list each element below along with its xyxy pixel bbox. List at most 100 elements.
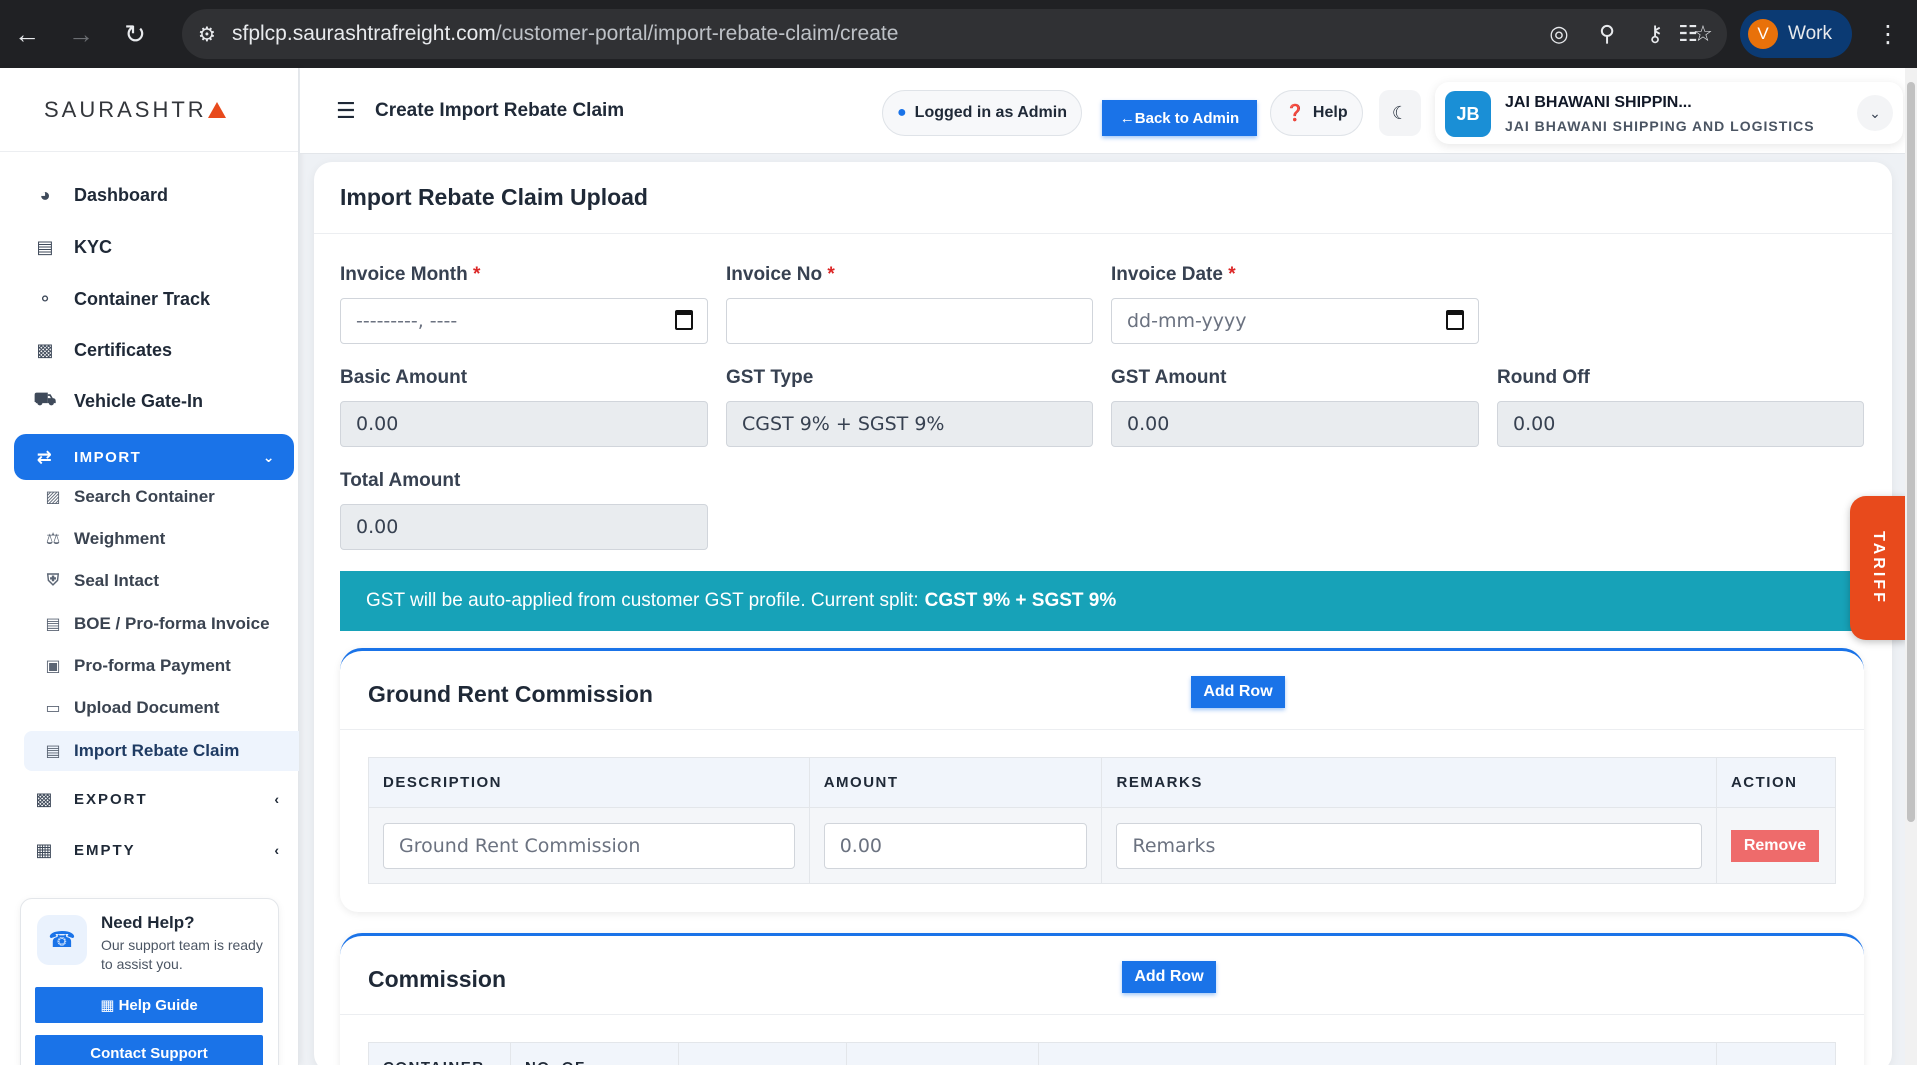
browser-toolbar: ← → ↻ ⚙ sfplcp.saurashtrafreight.com/cus…: [0, 0, 1917, 68]
brand-name: SAURASHTR: [44, 96, 207, 122]
chevron-down-icon[interactable]: ⌄: [1857, 95, 1893, 131]
sidebar-group-export[interactable]: ▩ EXPORT ‹: [0, 775, 299, 823]
sidebar-item-label: Vehicle Gate-In: [74, 390, 204, 411]
divider: [340, 1014, 1864, 1015]
logged-in-label: Logged in as Admin: [914, 104, 1067, 121]
invoice-date-label-text: Invoice Date: [1111, 264, 1223, 285]
basic-amount-value: 0.00: [356, 413, 399, 435]
sidebar-subitem-proforma-payment[interactable]: ▣ Pro-forma Payment: [24, 646, 299, 686]
address-bar[interactable]: ⚙ sfplcp.saurashtrafreight.com/customer-…: [182, 9, 1727, 59]
sidebar-subitem-label: BOE / Pro-forma Invoice: [74, 614, 270, 633]
description-input[interactable]: Ground Rent Commission: [383, 822, 795, 869]
calendar-icon[interactable]: [675, 310, 693, 330]
basic-amount-label: Basic Amount: [340, 367, 468, 388]
tariff-tab[interactable]: TARIFF: [1850, 496, 1906, 640]
url-path: /customer-portal/import-rebate-claim/cre…: [495, 22, 899, 45]
profile-avatar: V: [1748, 19, 1778, 49]
sidebar-subitem-label: Pro-forma Payment: [74, 656, 231, 675]
back-arrow-icon[interactable]: ←: [0, 0, 54, 68]
sidebar-item-certificates[interactable]: ▩ Certificates: [0, 326, 299, 374]
column-header-amount: AMOUNT: [808, 757, 1103, 808]
commission-title: Commission: [368, 966, 507, 992]
site-settings-icon[interactable]: ⚙: [182, 22, 232, 47]
invoice-month-input[interactable]: ---------, ----: [340, 298, 708, 344]
browser-menu-icon[interactable]: ⋮: [1868, 12, 1908, 56]
amount-placeholder: 0.00: [839, 834, 883, 857]
sidebar-subitem-weighment[interactable]: ⚖ Weighment: [24, 519, 299, 559]
moon-icon[interactable]: ☾: [1379, 90, 1421, 136]
sidebar-subitem-label: Weighment: [74, 529, 166, 548]
brand-logo[interactable]: SAURASHTR: [0, 68, 298, 152]
sidebar-group-import[interactable]: ⇄ IMPORT ⌄: [14, 434, 294, 480]
user-gear-icon: ●: [897, 104, 907, 121]
extensions-icon[interactable]: ☷: [1666, 12, 1710, 56]
containers-icon: ▦: [35, 839, 55, 860]
gst-amount-value: 0.00: [1127, 413, 1170, 435]
sidebar-item-dashboard[interactable]: ◕ Dashboard: [0, 171, 299, 219]
total-amount-label: Total Amount: [340, 470, 461, 491]
page-scrollbar[interactable]: [1905, 68, 1917, 1065]
gst-type-label: GST Type: [726, 367, 814, 388]
sidebar-item-container-track[interactable]: ⚬ Container Track: [0, 275, 299, 323]
chevron-down-icon: ⌄: [262, 448, 276, 465]
question-circle-icon: ❓: [1285, 105, 1305, 122]
column-header-description: DESCRIPTION: [368, 757, 810, 808]
scrollbar-thumb[interactable]: [1907, 82, 1915, 822]
sidebar-subitem-label: Upload Document: [74, 698, 220, 717]
remove-row-button[interactable]: Remove: [1730, 829, 1819, 862]
book-icon: ▦: [100, 997, 119, 1014]
top-header: ☰ Create Import Rebate Claim ● Logged in …: [300, 68, 1917, 154]
round-off-value: 0.00: [1513, 413, 1556, 435]
help-button[interactable]: ❓ Help: [1270, 90, 1363, 136]
zoom-icon[interactable]: ⚲: [1583, 21, 1631, 47]
company-full-name: JAI BHAWANI SHIPPING AND LOGISTICS: [1505, 118, 1815, 134]
logged-in-badge: ● Logged in as Admin: [882, 90, 1082, 136]
ground-rent-table: DESCRIPTION AMOUNT REMARKS ACTION Ground…: [368, 757, 1837, 884]
swap-arrows-icon: ⇄: [36, 446, 54, 467]
pdf-file-icon: ▤: [45, 616, 61, 633]
description-placeholder: Ground Rent Commission: [399, 834, 641, 857]
remarks-input[interactable]: Remarks: [1116, 822, 1702, 869]
description-cell: Ground Rent Commission: [368, 807, 810, 884]
sidebar-subitem-search-container[interactable]: ▨ Search Container: [24, 477, 299, 517]
shield-icon: ⛨: [46, 572, 59, 589]
contact-support-button[interactable]: Contact Support: [35, 1035, 263, 1065]
sidebar-item-vehicle-gate-in[interactable]: ⛟ Vehicle Gate-In: [0, 377, 299, 425]
scale-icon: ⚖: [45, 531, 61, 548]
track-icon: ⚬: [37, 288, 53, 309]
reload-icon[interactable]: ↻: [108, 0, 162, 68]
profile-chip[interactable]: V Work: [1740, 10, 1852, 58]
page-title: Create Import Rebate Claim: [375, 100, 625, 121]
sidebar-subitem-boe-invoice[interactable]: ▤ BOE / Pro-forma Invoice: [24, 604, 299, 644]
amount-input[interactable]: 0.00: [823, 822, 1088, 869]
sidebar-subitem-upload-document[interactable]: ▭ Upload Document: [24, 688, 299, 728]
ground-rent-add-row-button[interactable]: Add Row: [1191, 676, 1285, 708]
invoice-month-value: ---------, ----: [356, 310, 458, 332]
dashboard-icon: ◕: [39, 184, 51, 205]
invoice-date-input[interactable]: dd-mm-yyyy: [1111, 298, 1479, 344]
calendar-icon[interactable]: [1446, 310, 1464, 330]
ground-rent-title: Ground Rent Commission: [368, 681, 653, 707]
sidebar-subitem-seal-intact[interactable]: ⛨ Seal Intact: [24, 561, 299, 601]
help-guide-button[interactable]: ▦ Help Guide: [35, 987, 263, 1023]
company-switcher[interactable]: JB JAI BHAWANI SHIPPIN... JAI BHAWANI SH…: [1435, 82, 1903, 144]
location-icon[interactable]: ◎: [1535, 21, 1583, 47]
sidebar-subitem-import-rebate-claim[interactable]: ▤ Import Rebate Claim: [24, 731, 299, 771]
forward-arrow-icon[interactable]: →: [54, 0, 108, 68]
back-to-admin-button[interactable]: ←Back to Admin: [1102, 100, 1257, 136]
total-amount-input: 0.00: [340, 504, 708, 550]
invoice-no-input[interactable]: [726, 298, 1093, 344]
sidebar: SAURASHTR ◕ Dashboard ▤ KYC ⚬ Container Tra…: [0, 68, 299, 1065]
headset-icon: ☎: [37, 915, 87, 965]
container-search-icon: ▨: [45, 489, 61, 506]
invoice-date-label: Invoice Date *: [1111, 264, 1236, 286]
commission-add-row-button[interactable]: Add Row: [1122, 961, 1216, 993]
commission-card: Commission Add Row CONTAINER NO. OF: [340, 933, 1864, 1065]
url-text[interactable]: sfplcp.saurashtrafreight.com/customer-po…: [232, 22, 1535, 46]
sidebar-group-empty[interactable]: ▦ EMPTY ‹: [0, 826, 299, 874]
tariff-label: TARIFF: [1870, 531, 1887, 605]
commission-table: CONTAINER NO. OF: [368, 1042, 1836, 1065]
sidebar-item-kyc[interactable]: ▤ KYC: [0, 223, 299, 271]
amount-cell: 0.00: [808, 807, 1103, 884]
hamburger-icon[interactable]: ☰: [336, 98, 356, 124]
